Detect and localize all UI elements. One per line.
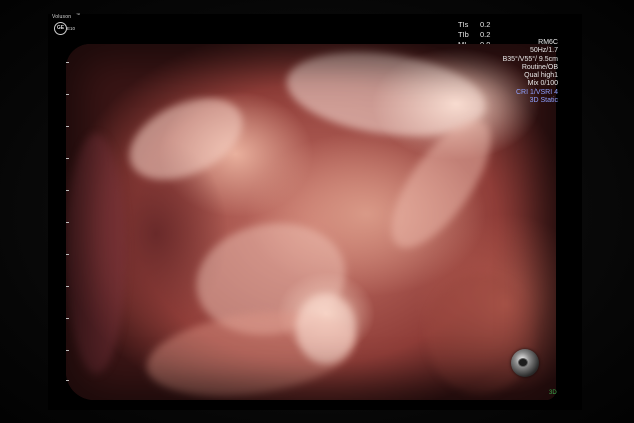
info-mode: 3D Static [529, 97, 558, 105]
ruler-tick [66, 222, 69, 223]
info-quality: Qual high1 [524, 72, 558, 80]
monitor-frame: Voluson ™ GE E10 TIs 0.2 TIb 0.2 MI 0.9 [0, 0, 634, 423]
param-name: TIs [458, 20, 469, 29]
ruler-tick [66, 350, 69, 351]
logo-model: E10 [67, 26, 76, 31]
ruler-tick [66, 318, 69, 319]
logo-brand: Voluson [52, 14, 72, 20]
ruler-tick [66, 254, 69, 255]
param-value: 0.2 [480, 20, 491, 29]
depth-ruler [66, 62, 69, 382]
acquisition-info: RM6C 50Hz/1.7 B35°/V55°/ 9.5cm Routine/O… [438, 39, 558, 105]
info-application: Routine/OB [521, 63, 558, 71]
ruler-tick [66, 126, 69, 127]
voluson-logo: Voluson ™ GE E10 [52, 12, 92, 42]
ruler-tick [66, 286, 69, 287]
ruler-tick [66, 62, 69, 63]
ruler-tick [66, 94, 69, 95]
ruler-tick [66, 380, 69, 381]
orientation-marker [518, 358, 528, 367]
orientation-sphere-icon[interactable] [511, 349, 539, 377]
ruler-tick [66, 158, 69, 159]
info-cri-vsri: CRI 1/VSRI 4 [515, 88, 558, 96]
ge-logo-icon: GE [54, 22, 67, 35]
ruler-tick [66, 190, 69, 191]
corner-3d-mark: 3D [549, 390, 557, 396]
info-mix: Mix 0/100 [527, 80, 558, 88]
info-frame-rate: 50Hz/1.7 [529, 47, 558, 55]
info-angle-depth: B35°/V55°/ 9.5cm [502, 55, 558, 63]
logo-trademark: ™ [76, 12, 80, 17]
info-probe: RM6C [538, 39, 558, 46]
